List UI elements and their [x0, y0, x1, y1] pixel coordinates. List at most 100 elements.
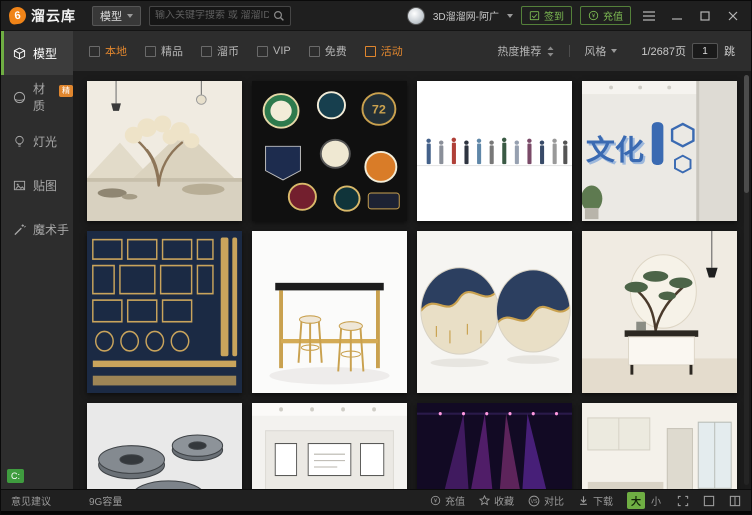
disk-capacity-badge[interactable]: C:	[7, 469, 24, 483]
style-label: 风格	[584, 43, 606, 59]
filter-label: 精品	[161, 43, 183, 59]
checkbox-icon	[145, 46, 156, 57]
page-jump-button[interactable]: 跳	[724, 43, 735, 59]
favorite-label: 收藏	[494, 493, 514, 508]
username[interactable]: 3D溜溜网-阿广	[433, 8, 499, 23]
sidebar-item-materials[interactable]: 材质 精	[1, 75, 73, 119]
thumbnail-image: 文化 文化	[582, 81, 737, 221]
model-thumbnail[interactable]	[87, 231, 242, 393]
recharge-button[interactable]: ¥ 充值	[580, 6, 631, 25]
filter-activity[interactable]: 活动	[365, 43, 403, 59]
content-area: 本地 精品 溜币 VIP 免费	[73, 31, 751, 489]
filter-free[interactable]: 免费	[309, 43, 347, 59]
model-thumbnail[interactable]	[582, 231, 737, 393]
style-dropdown[interactable]: 风格	[584, 43, 617, 59]
checkbox-icon	[365, 46, 376, 57]
sidebar-item-label: 灯光	[33, 133, 57, 150]
feedback-link[interactable]: 意见建议	[11, 493, 51, 508]
thumbnail-image	[87, 81, 242, 221]
filter-label: 免费	[325, 43, 347, 59]
recharge-action[interactable]: ¥ 充值	[430, 493, 465, 508]
layout-split-icon[interactable]	[729, 495, 741, 507]
cube-icon	[13, 47, 26, 60]
sort-arrows-icon	[546, 46, 555, 57]
favorite-action[interactable]: 收藏	[479, 493, 514, 508]
model-thumbnail[interactable]: 文化 文化	[582, 81, 737, 221]
model-thumbnail[interactable]	[87, 403, 242, 489]
sort-dropdown[interactable]: 热度推荐	[497, 43, 555, 59]
recharge-label: 充值	[603, 8, 623, 23]
status-right: ¥ 充值 收藏 VS 对比 下载	[430, 492, 741, 509]
filter-bar: 本地 精品 溜币 VIP 免费	[73, 31, 751, 71]
model-thumbnail[interactable]	[417, 81, 572, 221]
menu-icon[interactable]	[639, 6, 659, 26]
thumbnail-image	[252, 231, 407, 393]
filter-local[interactable]: 本地	[89, 43, 127, 59]
model-thumbnail[interactable]	[417, 403, 572, 489]
download-action[interactable]: 下载	[578, 493, 613, 508]
sidebar-item-label: 魔术手	[33, 221, 69, 238]
search-box	[149, 6, 291, 26]
model-thumbnail[interactable]	[252, 403, 407, 489]
page-info: 1/2687页	[641, 43, 686, 59]
filter-label: 活动	[381, 43, 403, 59]
user-chevron-down-icon[interactable]	[507, 14, 513, 18]
magic-wand-icon	[13, 223, 26, 236]
close-button[interactable]	[723, 6, 743, 26]
thumbnail-image	[252, 403, 407, 489]
sidebar-item-lights[interactable]: 灯光	[1, 119, 73, 163]
checkbox-icon	[201, 46, 212, 57]
thumbnail-image	[417, 231, 572, 393]
sidebar-item-magic-tool[interactable]: 魔术手	[1, 207, 73, 251]
chevron-down-icon	[127, 14, 133, 18]
category-dropdown[interactable]: 模型	[92, 6, 141, 26]
sidebar-item-models[interactable]: 模型	[1, 31, 73, 75]
scrollbar-thumb[interactable]	[744, 75, 749, 193]
maximize-button[interactable]	[695, 6, 715, 26]
search-input[interactable]	[155, 10, 269, 21]
filter-premium[interactable]: 精品	[145, 43, 183, 59]
status-left: 意见建议 9G容量	[11, 493, 122, 508]
main-area: 模型 材质 精 灯光 贴图	[1, 31, 751, 489]
model-thumbnail[interactable]	[417, 231, 572, 393]
filter-coin[interactable]: 溜币	[201, 43, 239, 59]
model-thumbnail[interactable]	[582, 403, 737, 489]
download-label: 下载	[593, 493, 613, 508]
recharge-label: 充值	[445, 493, 465, 508]
model-thumbnail[interactable]	[252, 231, 407, 393]
scrollbar[interactable]	[744, 75, 749, 485]
star-icon	[479, 495, 490, 506]
layout-single-icon[interactable]	[703, 495, 715, 507]
status-bar: 意见建议 9G容量 ¥ 充值 收藏 VS 对比	[1, 489, 751, 511]
download-icon	[578, 495, 589, 506]
sort-label: 热度推荐	[497, 43, 541, 59]
sidebar-item-label: 贴图	[33, 177, 57, 194]
model-thumbnail[interactable]	[87, 81, 242, 221]
compare-label: 对比	[544, 493, 564, 508]
svg-text:¥: ¥	[434, 499, 438, 505]
coin-icon: ¥	[588, 10, 599, 21]
bulb-icon	[13, 135, 26, 148]
search-icon[interactable]	[273, 10, 285, 22]
thumbnail-image	[417, 81, 572, 221]
filter-vip[interactable]: VIP	[257, 45, 291, 57]
page-jump-input[interactable]	[692, 43, 718, 59]
size-small-button[interactable]: 小	[649, 492, 663, 509]
thumbnail-image	[417, 403, 572, 489]
sidebar-item-label: 材质	[33, 80, 51, 114]
model-thumbnail[interactable]: 72	[252, 81, 407, 221]
sidebar-item-textures[interactable]: 贴图	[1, 163, 73, 207]
avatar[interactable]	[407, 7, 425, 25]
capacity-label: 9G容量	[89, 493, 122, 508]
calendar-check-icon	[529, 10, 540, 21]
filter-label: VIP	[273, 45, 291, 57]
size-large-button[interactable]: 大	[627, 492, 645, 509]
divider	[569, 45, 570, 57]
premium-badge: 精	[59, 85, 73, 97]
signin-label: 签到	[544, 8, 564, 23]
signin-button[interactable]: 签到	[521, 6, 572, 25]
minimize-button[interactable]	[667, 6, 687, 26]
titlebar-right: 3D溜溜网-阿广 签到 ¥ 充值	[407, 6, 743, 26]
fullscreen-icon[interactable]	[677, 495, 689, 507]
compare-action[interactable]: VS 对比	[528, 493, 564, 508]
